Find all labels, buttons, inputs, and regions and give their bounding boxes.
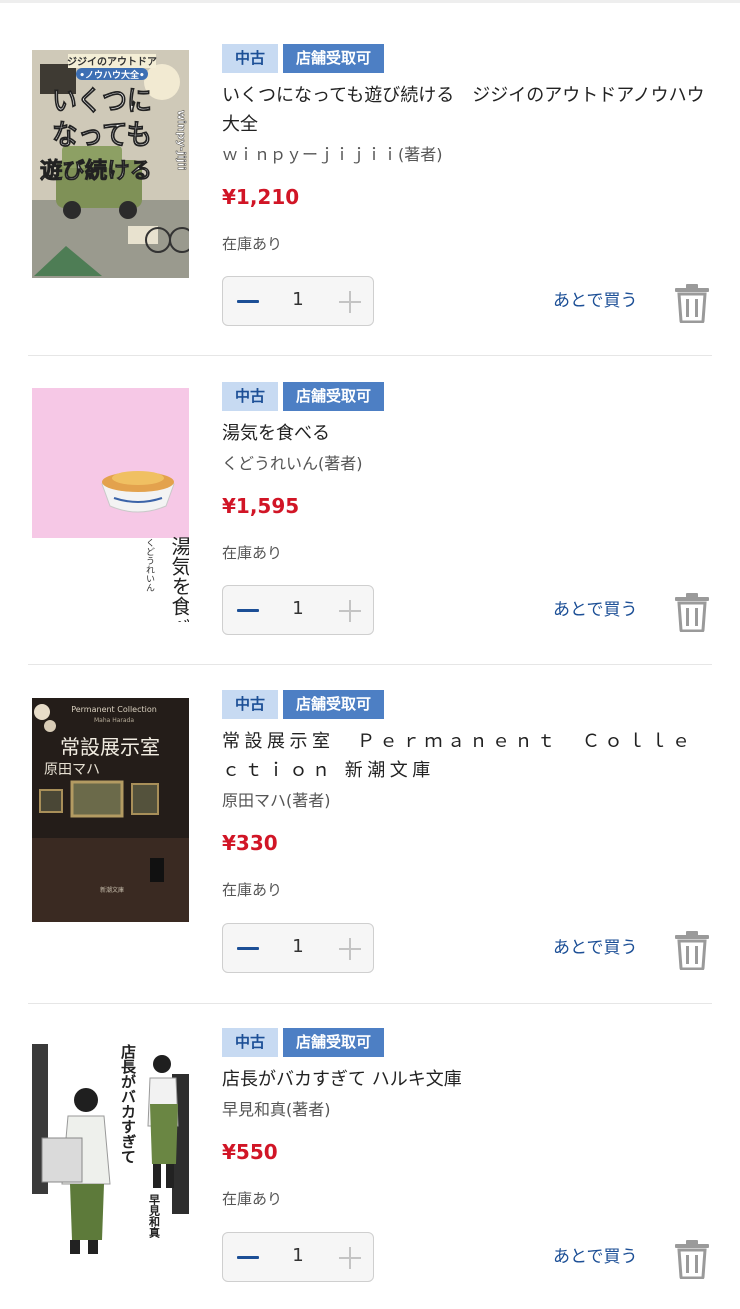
book-cover-image[interactable]: ジジイのアウトドア •ノウハウ大全• いくつに なっても 遊び続ける winpy…: [32, 50, 189, 278]
item-price: ¥1,210: [222, 185, 300, 209]
cover-author: 早見和真: [148, 1194, 162, 1239]
cover-illustration: ジジイのアウトドア •ノウハウ大全• いくつに なっても 遊び続ける winpy…: [32, 50, 189, 278]
item-info: 中古 店舗受取可 いくつになっても遊び続ける ジジイのアウトドアノウハウ大全 ｗ…: [222, 44, 712, 254]
item-title[interactable]: いくつになっても遊び続ける ジジイのアウトドアノウハウ大全: [222, 81, 712, 139]
buy-later-button[interactable]: あとで買う: [553, 286, 638, 311]
cover-band2-text: •ノウハウ大全•: [79, 69, 145, 81]
used-badge: 中古: [222, 44, 279, 73]
book-cover-image[interactable]: 湯気を食べる くどうれいん: [32, 388, 189, 622]
quantity-stepper: 1: [222, 923, 374, 973]
quantity-value[interactable]: 1: [273, 936, 323, 957]
book-cover-image[interactable]: 店長がバカすぎて 早見和真: [32, 1034, 189, 1262]
minus-icon[interactable]: [235, 1245, 261, 1271]
stock-status: 在庫あり: [222, 235, 283, 253]
used-badge: 中古: [222, 690, 279, 719]
quantity-stepper: 1: [222, 1232, 374, 1282]
item-divider: [28, 664, 712, 665]
cover-title: 店長がバカすぎて: [119, 1043, 137, 1164]
item-divider: [28, 1003, 712, 1004]
quantity-value[interactable]: 1: [273, 289, 323, 310]
cover-band-text: ジジイのアウトドア: [67, 56, 157, 68]
used-badge: 中古: [222, 1028, 279, 1057]
plus-icon[interactable]: [337, 289, 363, 315]
item-price: ¥330: [222, 831, 278, 855]
quantity-stepper: 1: [222, 276, 374, 326]
store-pickup-badge: 店舗受取可: [283, 1028, 385, 1057]
store-pickup-badge: 店舗受取可: [283, 690, 385, 719]
item-title[interactable]: 店長がバカすぎて ハルキ文庫: [222, 1065, 712, 1094]
cover-publisher: 新潮文庫: [100, 886, 124, 894]
buy-later-button[interactable]: あとで買う: [553, 933, 638, 958]
item-title[interactable]: 常設展示室 Ｐｅｒｍａｎｅｎｔ Ｃｏｌｌｅｃｔｉｏｎ 新潮文庫: [222, 727, 712, 785]
item-price: ¥1,595: [222, 494, 300, 518]
cover-illustration: Permanent Collection Maha Harada 常設展示室 原…: [32, 698, 189, 922]
cover-series: Permanent Collection: [71, 705, 157, 714]
item-author[interactable]: 早見和真(著者): [222, 1098, 712, 1122]
trash-icon[interactable]: [674, 592, 710, 632]
cover-title: 湯気を食べる: [168, 536, 189, 622]
item-author[interactable]: くどうれいん(著者): [222, 452, 712, 476]
cover-title-1: いくつに: [52, 84, 152, 117]
cover-illustration: 湯気を食べる くどうれいん: [32, 388, 189, 622]
cover-title-2: なっても: [52, 118, 152, 151]
cover-illustration: 店長がバカすぎて 早見和真: [32, 1034, 189, 1262]
cart-item: 店長がバカすぎて 早見和真 中古 店舗受取可 店長がバカすぎて ハルキ文庫 早見…: [28, 1028, 712, 1298]
cart-item: 湯気を食べる くどうれいん 中古 店舗受取可 湯気を食べる くどうれいん(著者)…: [28, 380, 712, 660]
cart-item: Permanent Collection Maha Harada 常設展示室 原…: [28, 690, 712, 990]
item-author[interactable]: ｗｉｎｐｙーｊｉｊｉｉ(著者): [222, 143, 712, 167]
quantity-value[interactable]: 1: [273, 598, 323, 619]
cover-side-author: winpy-jijii: [175, 110, 188, 170]
store-pickup-badge: 店舗受取可: [283, 382, 385, 411]
quantity-stepper: 1: [222, 585, 374, 635]
buy-later-button[interactable]: あとで買う: [553, 1242, 638, 1267]
cover-author: くどうれいん: [144, 538, 155, 592]
buy-later-button[interactable]: あとで買う: [553, 595, 638, 620]
tag-row: 中古 店舗受取可: [222, 690, 712, 719]
item-info: 中古 店舗受取可 湯気を食べる くどうれいん(著者) ¥1,595 在庫あり: [222, 382, 712, 563]
trash-icon[interactable]: [674, 1239, 710, 1279]
item-divider: [28, 355, 712, 356]
plus-icon[interactable]: [337, 598, 363, 624]
trash-icon[interactable]: [674, 930, 710, 970]
tag-row: 中古 店舗受取可: [222, 1028, 712, 1057]
stock-status: 在庫あり: [222, 881, 283, 899]
cover-title: 常設展示室: [60, 735, 160, 759]
item-author[interactable]: 原田マハ(著者): [222, 789, 712, 813]
minus-icon[interactable]: [235, 598, 261, 624]
tag-row: 中古 店舗受取可: [222, 44, 712, 73]
plus-icon[interactable]: [337, 1245, 363, 1271]
plus-icon[interactable]: [337, 936, 363, 962]
minus-icon[interactable]: [235, 289, 261, 315]
cover-title-3: 遊び続ける: [40, 158, 152, 184]
minus-icon[interactable]: [235, 936, 261, 962]
item-title[interactable]: 湯気を食べる: [222, 419, 712, 448]
top-border: [0, 0, 740, 3]
cover-author: 原田マハ: [44, 762, 100, 778]
trash-icon[interactable]: [674, 283, 710, 323]
book-cover-image[interactable]: Permanent Collection Maha Harada 常設展示室 原…: [32, 698, 189, 922]
item-info: 中古 店舗受取可 常設展示室 Ｐｅｒｍａｎｅｎｔ Ｃｏｌｌｅｃｔｉｏｎ 新潮文庫…: [222, 690, 712, 900]
cover-romaji: Maha Harada: [94, 717, 134, 724]
stock-status: 在庫あり: [222, 1190, 283, 1208]
item-info: 中古 店舗受取可 店長がバカすぎて ハルキ文庫 早見和真(著者) ¥550 在庫…: [222, 1028, 712, 1209]
tag-row: 中古 店舗受取可: [222, 382, 712, 411]
cart-item: ジジイのアウトドア •ノウハウ大全• いくつに なっても 遊び続ける winpy…: [28, 40, 712, 340]
quantity-value[interactable]: 1: [273, 1245, 323, 1266]
store-pickup-badge: 店舗受取可: [283, 44, 385, 73]
stock-status: 在庫あり: [222, 544, 283, 562]
item-price: ¥550: [222, 1140, 278, 1164]
used-badge: 中古: [222, 382, 279, 411]
